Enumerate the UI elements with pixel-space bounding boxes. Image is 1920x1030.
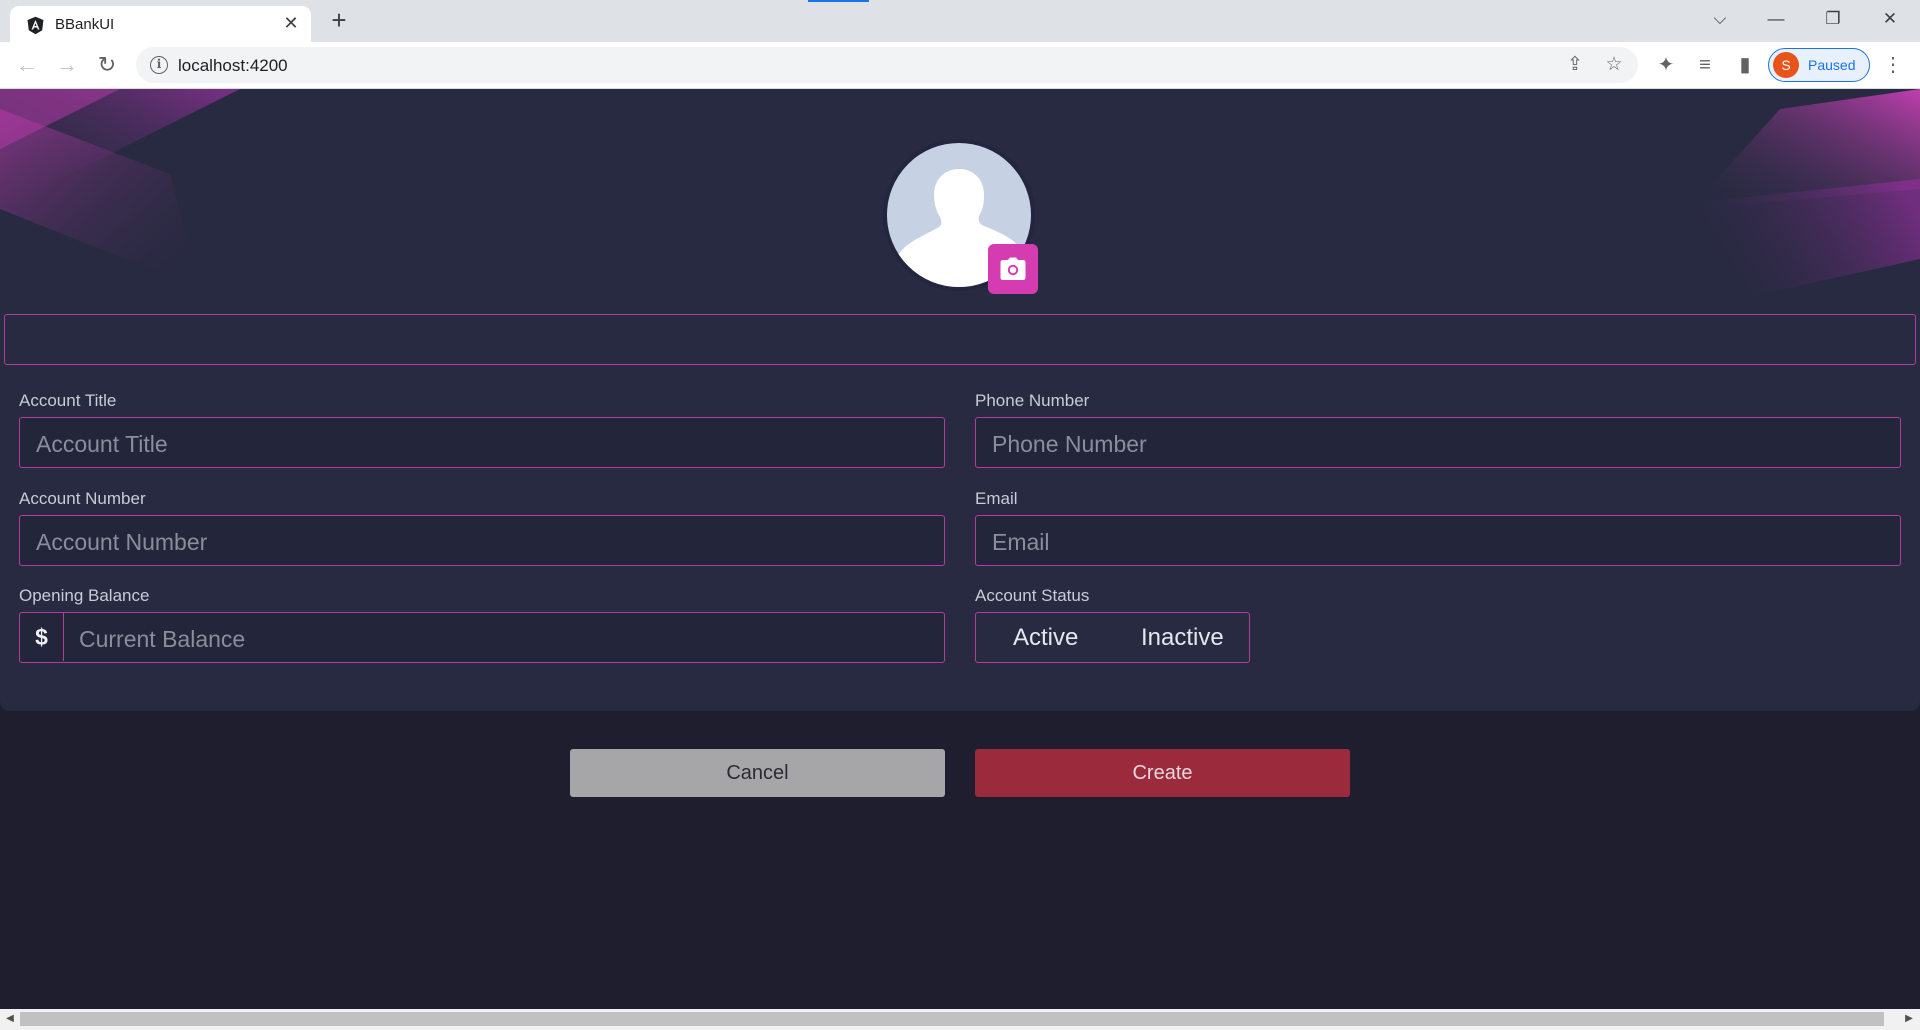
camera-icon	[1000, 257, 1026, 280]
scrollbar-thumb[interactable]	[20, 1012, 1884, 1026]
scroll-right-arrow-icon[interactable]: ▶	[1903, 1013, 1915, 1025]
url-text[interactable]: localhost:4200	[178, 56, 288, 76]
browser-tab-strip: BBankUI ✕ + ⌵ — ❐ ✕	[0, 0, 1920, 42]
opening-balance-placeholder: Current Balance	[79, 626, 246, 652]
account-title-label: Account Title	[19, 391, 117, 410]
phone-number-input[interactable]: Phone Number	[975, 417, 1901, 468]
account-status-toggle: Active Inactive	[975, 612, 1250, 663]
currency-prefix: $	[20, 613, 64, 661]
account-number-input[interactable]: Account Number	[19, 515, 945, 566]
close-tab-icon[interactable]: ✕	[280, 12, 302, 34]
account-name-banner-input[interactable]	[4, 314, 1916, 365]
account-number-placeholder: Account Number	[36, 529, 208, 555]
account-title-placeholder: Account Title	[36, 431, 168, 457]
profile-button[interactable]: S Paused	[1768, 48, 1870, 82]
close-window-button[interactable]: ✕	[1870, 4, 1910, 34]
restore-button[interactable]: ❐	[1813, 4, 1853, 34]
upload-photo-button[interactable]	[988, 244, 1038, 294]
create-button[interactable]: Create	[975, 749, 1350, 797]
cancel-button[interactable]: Cancel	[570, 749, 945, 797]
tab-title: BBankUI	[55, 16, 115, 33]
profile-avatar: S	[1773, 52, 1799, 78]
media-queue-icon[interactable]: ≡	[1692, 52, 1718, 78]
left-corner-decoration	[0, 89, 240, 289]
address-bar[interactable]: i localhost:4200 ⇪ ☆	[136, 47, 1638, 83]
account-title-input[interactable]: Account Title	[19, 417, 945, 468]
tab-search-icon[interactable]: ⌵	[1700, 4, 1740, 34]
status-option-inactive[interactable]: Inactive	[1141, 624, 1224, 652]
angular-logo-icon	[27, 16, 44, 35]
extensions-puzzle-icon[interactable]: ✦	[1653, 52, 1679, 78]
bookmark-star-icon[interactable]: ☆	[1602, 53, 1626, 77]
status-option-active[interactable]: Active	[1013, 624, 1078, 652]
tab-loading-indicator	[808, 0, 869, 2]
email-input[interactable]: Email	[975, 515, 1901, 566]
phone-number-placeholder: Phone Number	[992, 431, 1147, 457]
browser-menu-icon[interactable]: ⋮	[1880, 52, 1906, 78]
opening-balance-label: Opening Balance	[19, 586, 150, 605]
email-label: Email	[975, 489, 1018, 508]
reload-icon[interactable]: ↻	[92, 50, 122, 80]
create-account-card: Account Title Account Title Account Numb…	[0, 89, 1920, 711]
phone-number-label: Phone Number	[975, 391, 1090, 410]
new-tab-button[interactable]: +	[326, 7, 352, 34]
horizontal-scrollbar[interactable]: ◀ ▶	[0, 1009, 1920, 1030]
site-info-icon[interactable]: i	[150, 56, 168, 74]
email-placeholder: Email	[992, 529, 1050, 555]
browser-toolbar: ← → ↻ i localhost:4200 ⇪ ☆ ✦ ≡ ▮ S Pause…	[0, 42, 1920, 89]
account-number-label: Account Number	[19, 489, 146, 508]
account-status-label: Account Status	[975, 586, 1090, 605]
forward-arrow-icon[interactable]: →	[52, 50, 82, 80]
scroll-left-arrow-icon[interactable]: ◀	[4, 1013, 16, 1025]
side-panel-icon[interactable]: ▮	[1732, 52, 1758, 78]
opening-balance-input[interactable]: $ Current Balance	[19, 612, 945, 663]
back-arrow-icon[interactable]: ←	[12, 50, 42, 80]
share-icon[interactable]: ⇪	[1563, 53, 1587, 77]
profile-status: Paused	[1808, 57, 1856, 73]
minimize-button[interactable]: —	[1756, 4, 1796, 34]
page-viewport: Account Title Account Title Account Numb…	[0, 89, 1920, 1009]
right-corner-decoration	[1680, 89, 1920, 299]
browser-tab[interactable]: BBankUI ✕	[10, 6, 311, 42]
